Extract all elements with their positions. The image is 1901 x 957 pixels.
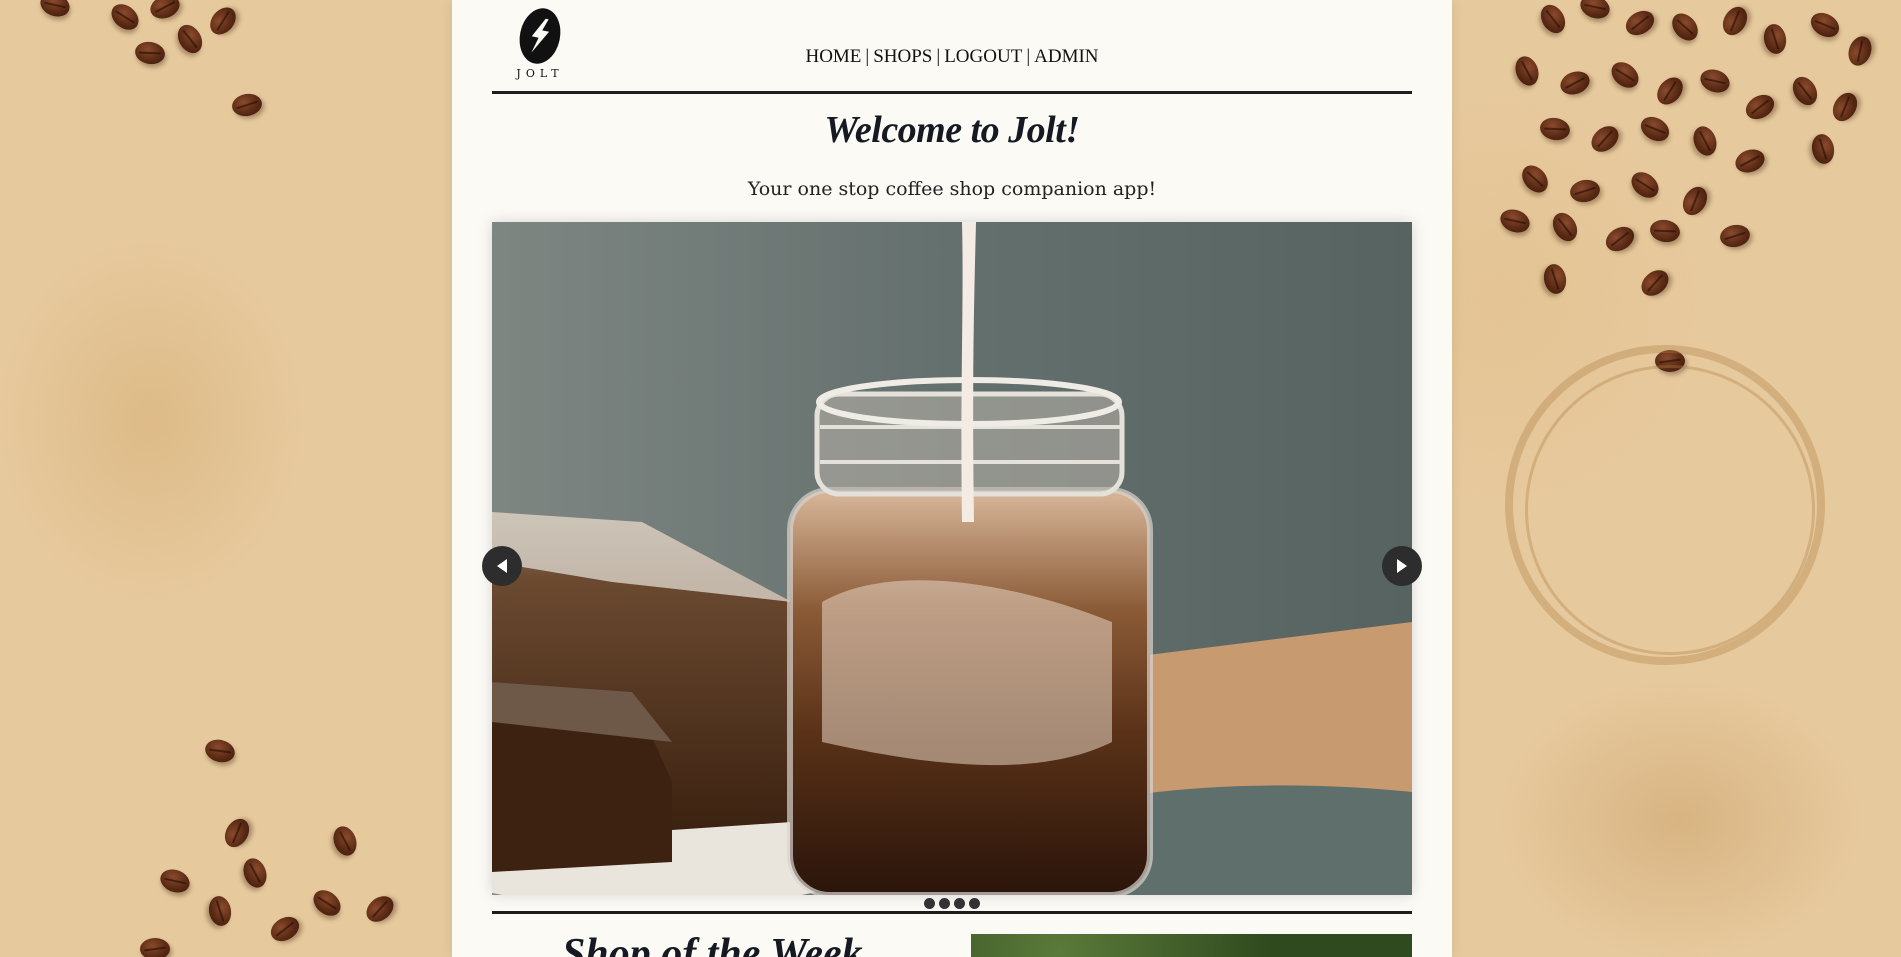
carousel-indicators bbox=[452, 898, 1452, 909]
coffee-bean-icon bbox=[308, 884, 346, 922]
coffee-bean-icon bbox=[1787, 72, 1823, 110]
nav-home-link[interactable]: HOME bbox=[805, 46, 861, 67]
coffee-bean-icon bbox=[206, 894, 234, 928]
chevron-right-icon bbox=[1397, 559, 1407, 573]
coffee-bean-icon bbox=[1648, 217, 1682, 245]
coffee-bean-icon bbox=[1717, 2, 1753, 40]
nav-logout-link[interactable]: LOGOUT bbox=[944, 46, 1022, 67]
nav-separator: | bbox=[865, 46, 870, 67]
coffee-bean-icon bbox=[219, 814, 255, 852]
coffee-bean-icon bbox=[329, 823, 361, 859]
carousel-dot-4[interactable] bbox=[969, 898, 980, 909]
carousel-dot-1[interactable] bbox=[924, 898, 935, 909]
coffee-bean-icon bbox=[1601, 221, 1639, 257]
site-header: JOLT HOME | SHOPS | LOGOUT | ADMIN bbox=[492, 0, 1412, 94]
coffee-bean-icon bbox=[1497, 205, 1533, 237]
carousel-prev-button[interactable] bbox=[482, 546, 522, 586]
coffee-bean-icon bbox=[230, 91, 264, 119]
nav-separator: | bbox=[1026, 46, 1031, 67]
coffee-bean-icon bbox=[1535, 0, 1571, 38]
carousel-dot-3[interactable] bbox=[954, 898, 965, 909]
coffee-bean-icon bbox=[1827, 88, 1863, 126]
carousel-next-button[interactable] bbox=[1382, 546, 1422, 586]
coffee-bean-icon bbox=[37, 0, 73, 21]
coffee-bean-icon bbox=[1806, 7, 1844, 43]
coffee-bean-icon bbox=[1621, 5, 1659, 41]
coffee-bean-icon bbox=[1651, 72, 1689, 110]
coffee-bean-icon bbox=[1697, 65, 1733, 97]
coffee-bean-icon bbox=[147, 0, 183, 23]
coffee-bean-icon bbox=[361, 890, 399, 928]
coffee-bean-icon bbox=[1547, 208, 1583, 246]
coffee-bean-icon bbox=[106, 0, 144, 36]
coffee-bean-icon bbox=[1538, 115, 1572, 143]
coffee-bean-icon bbox=[1626, 166, 1664, 204]
nav-separator: | bbox=[936, 46, 941, 67]
coffee-bean-icon bbox=[1516, 160, 1554, 198]
coffee-bean-icon bbox=[1761, 22, 1789, 56]
coffee-bean-icon bbox=[1557, 67, 1593, 99]
coffee-bean-icon bbox=[157, 865, 193, 897]
carousel-dot-2[interactable] bbox=[939, 898, 950, 909]
coffee-bean-icon bbox=[140, 938, 170, 957]
coffee-bean-icon bbox=[1809, 132, 1837, 166]
coffee-bean-icon bbox=[1666, 8, 1704, 46]
coffee-bean-icon bbox=[172, 20, 208, 58]
page-tagline: Your one stop coffee shop companion app! bbox=[747, 178, 1157, 200]
logo-text: JOLT bbox=[516, 67, 564, 80]
coffee-bean-icon bbox=[266, 911, 304, 947]
coffee-bean-icon bbox=[1541, 262, 1569, 296]
coffee-bean-icon bbox=[1577, 0, 1613, 23]
coffee-bean-icon bbox=[133, 39, 167, 67]
coffee-bean-icon bbox=[1511, 53, 1543, 89]
coffee-ring-stain bbox=[1525, 365, 1815, 655]
image-carousel[interactable] bbox=[492, 222, 1412, 895]
coffee-bean-icon bbox=[1586, 120, 1624, 158]
page-title: Welcome to Jolt! bbox=[824, 109, 1080, 151]
section-divider bbox=[492, 911, 1412, 914]
main-panel: JOLT HOME | SHOPS | LOGOUT | ADMIN Welcome to … bbox=[452, 0, 1452, 957]
coffee-bean-icon bbox=[1718, 222, 1752, 250]
coffee-bean-icon bbox=[1689, 123, 1721, 159]
coffee-bean-icon bbox=[239, 855, 271, 891]
coffee-bean-icon bbox=[202, 736, 238, 766]
main-nav: HOME | SHOPS | LOGOUT | ADMIN bbox=[492, 46, 1412, 68]
coffee-bean-icon bbox=[1677, 182, 1713, 220]
nav-admin-link[interactable]: ADMIN bbox=[1034, 46, 1098, 67]
coffee-bean-icon bbox=[1568, 177, 1602, 205]
coffee-bean-icon bbox=[1741, 89, 1779, 125]
nav-shops-link[interactable]: SHOPS bbox=[873, 46, 932, 67]
chevron-left-icon bbox=[497, 559, 507, 573]
coffee-bean-icon bbox=[1606, 56, 1644, 94]
coffee-bean-icon bbox=[1732, 145, 1768, 177]
section-title: Shop of the Week bbox=[562, 931, 863, 957]
coffee-bean-icon bbox=[1844, 33, 1876, 69]
coffee-bean-icon bbox=[1636, 111, 1674, 147]
coffee-bean-icon bbox=[1636, 264, 1674, 302]
shop-of-week-image bbox=[971, 934, 1412, 957]
carousel-slide-image bbox=[492, 222, 1412, 895]
coffee-bean-icon bbox=[204, 2, 242, 40]
